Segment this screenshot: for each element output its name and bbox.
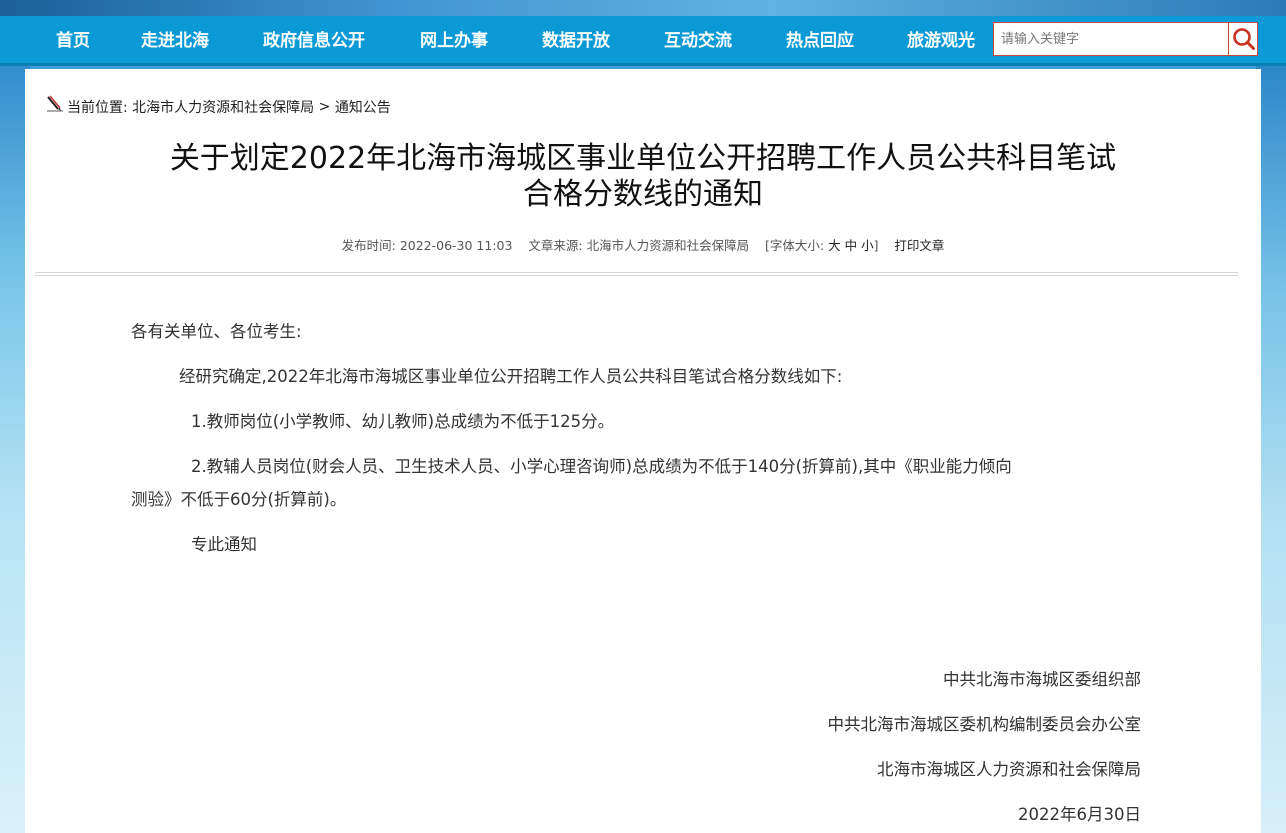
- title-line-2: 合格分数线的通知: [523, 177, 763, 212]
- breadcrumb-link-hrss[interactable]: 北海市人力资源和社会保障局: [132, 100, 314, 116]
- fontsize-close: ]: [873, 238, 879, 253]
- location-pencil-icon: [47, 95, 63, 112]
- fontsize-large-button[interactable]: 大: [828, 238, 841, 253]
- signature-hrss-bureau: 北海市海城区人力资源和社会保障局: [877, 760, 1141, 779]
- closing: 专此通知: [191, 535, 257, 554]
- search-input[interactable]: [994, 23, 1230, 55]
- item-assistant-line-1: 2.教辅人员岗位(财会人员、卫生技术人员、小学心理咨询师)总成绩为不低于140分…: [191, 457, 1012, 476]
- signature-date: 2022年6月30日: [1018, 805, 1141, 824]
- search-icon: [1233, 28, 1255, 50]
- nav-item-home[interactable]: 首页: [56, 16, 90, 66]
- nav-item-interaction[interactable]: 互动交流: [664, 16, 732, 66]
- publish-label: 发布时间:: [341, 238, 396, 253]
- source-label: 文章来源:: [528, 238, 583, 253]
- signature-org-dept: 中共北海市海城区委组织部: [943, 670, 1141, 689]
- nav-item-about[interactable]: 走进北海: [141, 16, 209, 66]
- nav-item-open-data[interactable]: 数据开放: [542, 16, 610, 66]
- nav-item-online-service[interactable]: 网上办事: [420, 16, 488, 66]
- breadcrumb-prefix: 当前位置:: [67, 100, 128, 116]
- print-article-link[interactable]: 打印文章: [894, 238, 944, 253]
- divider: [35, 272, 1238, 273]
- page-title: 关于划定2022年北海市海城区事业单位公开招聘工作人员公共科目笔试 合格分数线的…: [25, 141, 1261, 213]
- nav-item-gov-info[interactable]: 政府信息公开: [263, 16, 365, 66]
- fontsize-small-button[interactable]: 小: [861, 238, 874, 253]
- search-box: [993, 22, 1258, 56]
- intro-paragraph: 经研究确定,2022年北海市海城区事业单位公开招聘工作人员公共科目笔试合格分数线…: [179, 367, 843, 386]
- fontsize-medium-button[interactable]: 中: [845, 238, 858, 253]
- top-banner-strip: [0, 0, 1286, 16]
- signature-staffing-office: 中共北海市海城区委机构编制委员会办公室: [827, 715, 1142, 734]
- article-meta: 发布时间: 2022-06-30 11:03 文章来源: 北海市人力资源和社会保…: [25, 235, 1261, 254]
- main-nav: 首页 走进北海 政府信息公开 网上办事 数据开放 互动交流 热点回应 旅游观光: [0, 16, 1286, 66]
- fontsize-label: [字体大小:: [764, 238, 825, 253]
- nav-item-tourism[interactable]: 旅游观光: [907, 16, 975, 66]
- item-teacher: 1.教师岗位(小学教师、幼儿教师)总成绩为不低于125分。: [191, 412, 615, 431]
- breadcrumb-link-notices[interactable]: 通知公告: [335, 100, 391, 116]
- publish-time: 2022-06-30 11:03: [399, 238, 513, 253]
- title-line-1: 关于划定2022年北海市海城区事业单位公开招聘工作人员公共科目笔试: [169, 141, 1117, 176]
- item-assistant-line-2: 测验》不低于60分(折算前)。: [131, 490, 347, 509]
- article-container: 当前位置: 北海市人力资源和社会保障局 > 通知公告 关于划定2022年北海市海…: [25, 69, 1261, 833]
- divider: [35, 275, 1238, 276]
- source-value: 北海市人力资源和社会保障局: [586, 238, 750, 253]
- nav-item-hot-response[interactable]: 热点回应: [786, 16, 854, 66]
- search-button[interactable]: [1228, 23, 1257, 55]
- salutation: 各有关单位、各位考生:: [131, 322, 302, 341]
- breadcrumb-separator: >: [318, 99, 331, 115]
